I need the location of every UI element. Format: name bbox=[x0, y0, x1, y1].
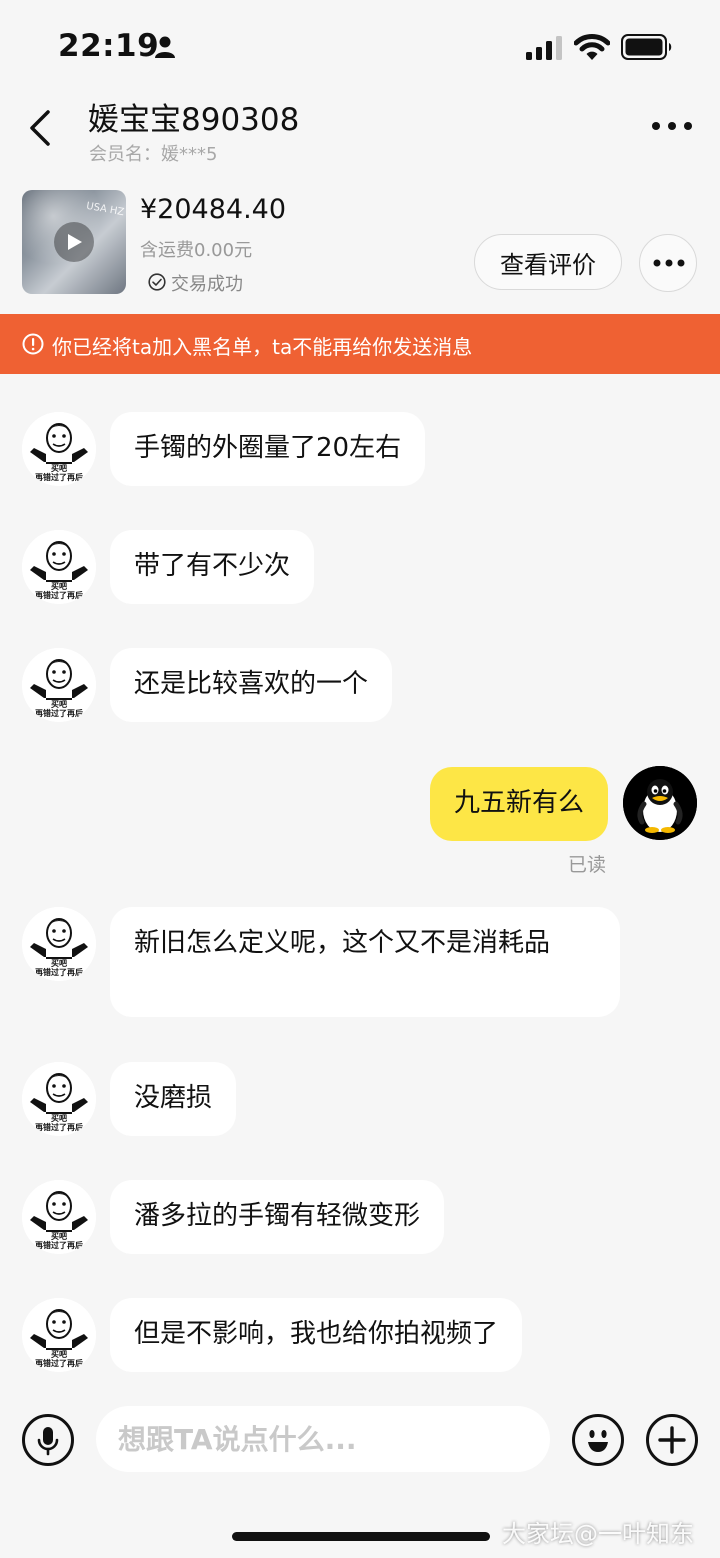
contact-avatar[interactable]: 买吧 再错过了再后 bbox=[22, 1298, 96, 1372]
home-indicator[interactable] bbox=[232, 1532, 490, 1541]
more-icon[interactable] bbox=[650, 112, 694, 140]
avatar-caption-line2: 再错过了再后 bbox=[35, 1241, 83, 1250]
order-card: USA HZ ¥20484.40 含运费0.00元 交易成功 查看评价 bbox=[0, 180, 720, 314]
page-title: 媛宝宝890308 bbox=[88, 102, 300, 138]
order-price: ¥20484.40 bbox=[140, 194, 287, 225]
avatar-caption-line2: 再错过了再后 bbox=[35, 473, 83, 482]
avatar-caption-line1: 买吧 bbox=[51, 700, 67, 709]
contact-avatar[interactable]: 买吧 再错过了再后 bbox=[22, 530, 96, 604]
play-icon[interactable] bbox=[54, 222, 94, 262]
check-circle-icon bbox=[148, 273, 166, 291]
penguin-avatar-icon bbox=[623, 766, 697, 840]
back-icon[interactable] bbox=[26, 108, 56, 148]
smiley-icon bbox=[588, 1430, 608, 1452]
avatar-caption-line2: 再错过了再后 bbox=[35, 1359, 83, 1368]
avatar-caption-line2: 再错过了再后 bbox=[35, 1123, 83, 1132]
trade-status: 交易成功 bbox=[171, 274, 243, 295]
contact-avatar[interactable]: 买吧 再错过了再后 bbox=[22, 907, 96, 981]
message-bubble[interactable]: 潘多拉的手镯有轻微变形 bbox=[110, 1180, 445, 1254]
product-video-thumbnail[interactable]: USA HZ bbox=[22, 190, 126, 294]
message-bubble[interactable]: 带了有不少次 bbox=[110, 530, 315, 604]
blacklist-banner: 你已经将ta加入黑名单，ta不能再给你发送消息 bbox=[0, 314, 720, 374]
avatar-caption-line2: 再错过了再后 bbox=[35, 968, 83, 977]
read-receipt: 已读 bbox=[568, 854, 607, 876]
more-icon bbox=[653, 259, 685, 267]
shipping-fee: 含运费0.00元 bbox=[140, 240, 253, 261]
avatar-caption-line1: 买吧 bbox=[51, 582, 67, 591]
emoji-button[interactable] bbox=[572, 1414, 624, 1466]
status-time: 22:19 bbox=[58, 28, 160, 64]
person-icon bbox=[155, 36, 175, 58]
avatar-caption-line2: 再错过了再后 bbox=[35, 591, 83, 600]
status-bar: 22:19 bbox=[0, 0, 720, 90]
avatar-caption-line1: 买吧 bbox=[51, 1114, 67, 1123]
message-input[interactable] bbox=[96, 1406, 550, 1472]
message-bubble[interactable]: 但是不影响，我也给你拍视频了 bbox=[110, 1298, 523, 1372]
wifi-icon bbox=[574, 34, 610, 60]
my-message-bubble[interactable]: 九五新有么 bbox=[429, 767, 608, 841]
avatar-caption-line1: 买吧 bbox=[51, 959, 67, 968]
member-name: 会员名：媛***5 bbox=[89, 144, 218, 165]
avatar-caption-line2: 再错过了再后 bbox=[35, 709, 83, 718]
my-avatar[interactable] bbox=[623, 766, 697, 840]
more-actions-button[interactable] bbox=[646, 1414, 698, 1466]
contact-avatar[interactable]: 买吧 再错过了再后 bbox=[22, 1180, 96, 1254]
cellular-signal-icon bbox=[526, 36, 562, 60]
message-bubble[interactable]: 新旧怎么定义呢，这个又不是消耗品 bbox=[110, 907, 620, 1017]
plus-icon bbox=[658, 1426, 686, 1454]
message-bubble[interactable]: 还是比较喜欢的一个 bbox=[110, 648, 393, 722]
avatar-caption-line1: 买吧 bbox=[51, 464, 67, 473]
chat-header: 媛宝宝890308 会员名：媛***5 bbox=[0, 90, 720, 180]
microphone-icon bbox=[37, 1427, 59, 1456]
view-review-button[interactable]: 查看评价 bbox=[474, 234, 622, 290]
input-bar bbox=[0, 1398, 720, 1488]
contact-avatar[interactable]: 买吧 再错过了再后 bbox=[22, 412, 96, 486]
contact-avatar[interactable]: 买吧 再错过了再后 bbox=[22, 1062, 96, 1136]
blacklist-message: 你已经将ta加入黑名单，ta不能再给你发送消息 bbox=[52, 335, 473, 359]
voice-button[interactable] bbox=[22, 1414, 74, 1466]
message-bubble[interactable]: 没磨损 bbox=[110, 1062, 237, 1136]
battery-icon bbox=[621, 34, 672, 60]
avatar-caption-line1: 买吧 bbox=[51, 1232, 67, 1241]
warning-icon bbox=[22, 333, 44, 355]
contact-avatar[interactable]: 买吧 再错过了再后 bbox=[22, 648, 96, 722]
message-bubble[interactable]: 手镯的外圈量了20左右 bbox=[110, 412, 426, 486]
watermark: 大家坛@一叶知东 bbox=[502, 1520, 694, 1548]
avatar-caption-line1: 买吧 bbox=[51, 1350, 67, 1359]
order-more-button[interactable] bbox=[639, 234, 697, 292]
